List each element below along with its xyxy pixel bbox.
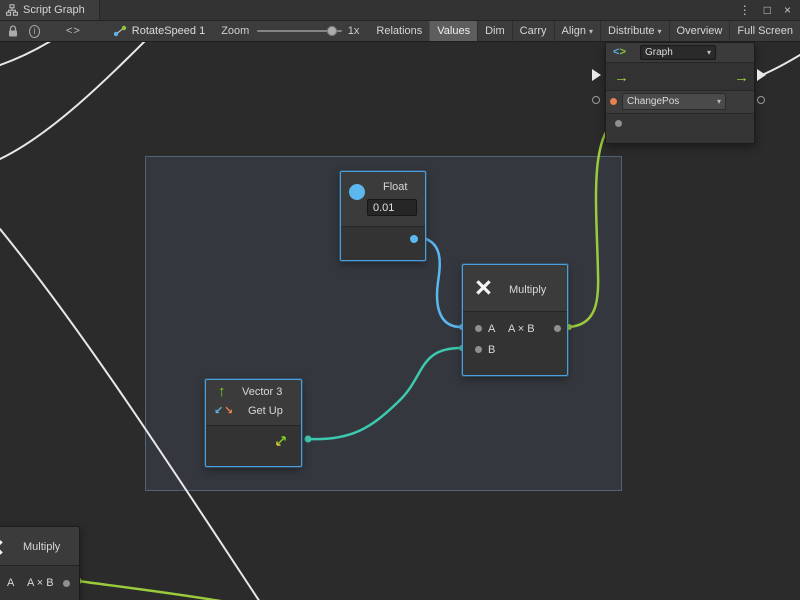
node-title: Vector 3 xyxy=(242,385,282,399)
flow-output-port[interactable] xyxy=(757,69,766,81)
node-port-area xyxy=(606,113,754,143)
multiply-output-port[interactable] xyxy=(63,580,70,587)
subgraph-data-input-port[interactable] xyxy=(615,120,622,127)
node-float[interactable]: Float 0.01 xyxy=(340,171,426,261)
button-label: Align xyxy=(562,25,586,37)
zoom-slider[interactable] xyxy=(257,25,341,37)
window-titlebar: Script Graph ⋮ □ × xyxy=(0,0,800,21)
lock-icon[interactable] xyxy=(7,25,19,38)
toolbar-buttons: Relations Values Dim Carry Align ▾ Distr… xyxy=(369,21,800,41)
node-port-area xyxy=(341,226,425,260)
chevron-down-icon: ▾ xyxy=(717,97,721,106)
graph-object-port[interactable] xyxy=(610,98,617,105)
script-machine-icon xyxy=(113,25,127,37)
vector3-icon: ↑ xyxy=(218,384,226,399)
multiply-output-port[interactable] xyxy=(554,325,561,332)
node-port-area xyxy=(206,425,301,466)
wire-offscreen-top-right[interactable] xyxy=(762,55,800,75)
script-graph-window: Script Graph ⋮ □ × i <> RotateSpeed 1 Zo… xyxy=(0,0,800,600)
port-label-b: B xyxy=(488,343,495,357)
multiply-icon: × xyxy=(0,533,4,563)
flow-out-arrow-icon[interactable]: → xyxy=(734,70,749,85)
graph-dropdown[interactable]: Graph ▾ xyxy=(640,45,716,60)
zoom-value: 1x xyxy=(348,25,360,37)
wire-offscreen-top-left-2[interactable] xyxy=(0,42,62,65)
dim-button[interactable]: Dim xyxy=(477,21,512,41)
carry-button[interactable]: Carry xyxy=(512,21,554,41)
port-label-axb: A × B xyxy=(27,576,54,590)
node-port-area: A A × B B xyxy=(463,311,567,375)
multiply-input-b-port[interactable] xyxy=(475,346,482,353)
object-input-port[interactable] xyxy=(592,96,600,104)
dropdown-label: ChangePos xyxy=(627,96,679,107)
node-vector3-get-up[interactable]: ↑ Vector 3 ↙ ↘ Get Up xyxy=(205,379,302,467)
button-label: Distribute xyxy=(608,25,654,37)
vector-axes-icon xyxy=(274,434,288,448)
info-icon[interactable]: i xyxy=(29,25,40,38)
port-label-a: A xyxy=(488,322,495,336)
button-label: Dim xyxy=(485,25,505,37)
graph-reference-label: RotateSpeed 1 xyxy=(132,25,205,37)
script-graph-icon xyxy=(6,4,18,16)
multiply-input-a-port[interactable] xyxy=(475,325,482,332)
multiply-icon: × xyxy=(475,273,492,303)
graph-toolbar: i <> RotateSpeed 1 Zoom 1x Relations Val… xyxy=(0,21,800,42)
changepos-dropdown[interactable]: ChangePos ▾ xyxy=(622,93,726,110)
relations-button[interactable]: Relations xyxy=(369,21,429,41)
button-label: Full Screen xyxy=(737,25,793,37)
window-controls: ⋮ □ × xyxy=(739,3,800,17)
float-type-icon xyxy=(349,184,365,200)
wire-offscreen-top-left-1[interactable] xyxy=(0,42,152,159)
distribute-dropdown[interactable]: Distribute ▾ xyxy=(600,21,668,41)
close-icon[interactable]: × xyxy=(784,3,791,17)
flow-in-arrow-icon[interactable]: → xyxy=(614,70,629,85)
float-value: 0.01 xyxy=(373,202,394,214)
wire-partial-multiply-offscreen[interactable] xyxy=(78,581,238,600)
get-arrow-out-icon: ↘ xyxy=(224,406,233,417)
float-value-field[interactable]: 0.01 xyxy=(367,199,417,216)
node-title: Float xyxy=(383,180,407,194)
align-dropdown[interactable]: Align ▾ xyxy=(554,21,600,41)
node-title: Multiply xyxy=(509,283,546,297)
zoom-slider-handle[interactable] xyxy=(327,26,337,36)
get-arrow-in-icon: ↙ xyxy=(214,406,223,417)
port-label-a: A xyxy=(7,576,14,590)
maximize-icon[interactable]: □ xyxy=(764,3,771,17)
node-subgraph-changepos[interactable]: <> Graph ▾ → → ChangePos ▾ xyxy=(605,42,755,144)
node-port-area: A A × B xyxy=(0,565,79,600)
code-brackets-icon[interactable]: <> xyxy=(66,25,81,37)
values-button[interactable]: Values xyxy=(429,21,477,41)
graph-reference[interactable]: RotateSpeed 1 xyxy=(113,25,205,37)
button-label: Carry xyxy=(520,25,547,37)
chevron-down-icon: ▾ xyxy=(707,48,711,57)
flow-row: → → xyxy=(606,62,754,91)
node-title: Multiply xyxy=(23,540,60,554)
window-title: Script Graph xyxy=(23,4,85,16)
dropdown-label: Graph xyxy=(645,47,673,58)
kebab-menu-icon[interactable]: ⋮ xyxy=(739,3,751,17)
bracket-right: > xyxy=(619,46,625,58)
button-label: Overview xyxy=(677,25,723,37)
chevron-down-icon: ▾ xyxy=(658,27,662,36)
tab-script-graph[interactable]: Script Graph xyxy=(0,0,100,20)
flow-input-port[interactable] xyxy=(592,69,601,81)
button-label: Relations xyxy=(376,25,422,37)
zoom-label: Zoom xyxy=(221,25,249,37)
button-label: Values xyxy=(437,25,470,37)
port-label-axb: A × B xyxy=(508,322,535,336)
node-multiply[interactable]: × Multiply A A × B B xyxy=(462,264,568,376)
overview-button[interactable]: Overview xyxy=(669,21,730,41)
full-screen-button[interactable]: Full Screen xyxy=(729,21,800,41)
node-multiply-partial[interactable]: × Multiply A A × B xyxy=(0,526,80,600)
object-output-port[interactable] xyxy=(757,96,765,104)
visual-scripting-icon: <> xyxy=(613,45,626,59)
float-output-port[interactable] xyxy=(410,235,418,243)
chevron-down-icon: ▾ xyxy=(589,27,593,36)
node-subtitle: Get Up xyxy=(248,404,283,418)
graph-canvas[interactable]: Float 0.01 × Multiply A A × B B ↑ xyxy=(0,42,800,600)
